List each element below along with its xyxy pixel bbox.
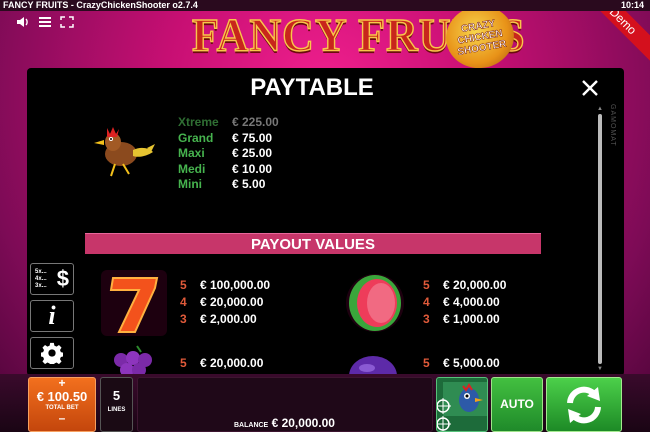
pay-count: 5 — [180, 356, 187, 370]
paytable-counts: 5x... 4x... 3x... — [35, 269, 47, 290]
pay-row: 4 € 20,000.00 — [180, 294, 270, 311]
pay-count: 4 — [180, 295, 187, 309]
pay-row: 4 € 4,000.00 — [423, 294, 506, 311]
jackpot-row: Medi € 10.00 — [178, 162, 279, 178]
pay-amount: € 1,000.00 — [443, 312, 500, 326]
pay-amount: € 5,000.00 — [443, 356, 500, 370]
jackpot-name: Medi — [178, 161, 206, 176]
pay-row: 5 € 20,000.00 — [423, 277, 506, 294]
scroll-down-icon[interactable]: ▼ — [597, 366, 603, 372]
lines-label: LINES — [107, 407, 126, 413]
payout-values-header: PAYOUT VALUES — [85, 233, 541, 254]
pay-row: 3 € 2,000.00 — [180, 311, 270, 328]
count-label: 5x... — [35, 268, 47, 275]
watermelon-symbol-icon — [346, 274, 404, 332]
dollar-icon: $ — [56, 266, 69, 291]
paytable-button[interactable]: 5x... 4x... 3x... $ — [30, 263, 74, 295]
gear-icon — [41, 342, 63, 364]
bet-decrease-button[interactable]: – — [29, 412, 95, 424]
toolbar-icons — [16, 16, 74, 28]
balance-value: € 20,000.00 — [271, 416, 335, 430]
paytable-panel: PAYTABLE GAMOMAT ▲ ▼ Xtreme € 225.00 Gra… — [27, 68, 624, 376]
sound-icon[interactable] — [16, 16, 30, 28]
close-icon[interactable] — [578, 76, 602, 100]
total-bet-button[interactable]: + € 100.50 TOTAL BET – — [28, 377, 96, 432]
jackpot-row: Mini € 5.00 — [178, 177, 279, 193]
info-button[interactable]: i — [30, 300, 74, 332]
payout-values-title: PAYOUT VALUES — [251, 236, 375, 253]
pay-row: 3 € 1,000.00 — [423, 311, 506, 328]
spin-button[interactable] — [546, 377, 622, 432]
count-label: 4x... — [35, 275, 47, 282]
pay-count: 5 — [423, 278, 430, 292]
provider-label: GAMOMAT — [609, 104, 616, 147]
pay-amount: € 20,000.00 — [200, 295, 264, 309]
chicken-icon — [94, 127, 155, 177]
pay-amount: € 100,000.00 — [200, 278, 271, 292]
jackpot-list: Xtreme € 225.00 Grand € 75.00 Maxi € 25.… — [178, 115, 279, 193]
jackpot-value: € 5.00 — [232, 177, 266, 192]
scroll-up-icon[interactable]: ▲ — [597, 106, 603, 112]
jackpot-name: Maxi — [178, 146, 205, 161]
info-icon: i — [48, 301, 56, 330]
grapes-pay-list: 5 € 20,000.00 — [180, 355, 263, 372]
pay-row: 5 € 20,000.00 — [180, 355, 263, 372]
scrollbar-thumb[interactable] — [598, 114, 602, 364]
scrollbar[interactable]: ▲ ▼ — [597, 106, 603, 372]
jackpot-name: Mini — [178, 177, 202, 192]
chicken-shooter-icon — [437, 382, 487, 431]
spin-icon — [567, 386, 601, 423]
title-bar: FANCY FRUITS - CrazyChickenShooter o2.7.… — [0, 0, 650, 11]
jackpot-name: Grand — [178, 130, 214, 145]
pay-amount: € 4,000.00 — [443, 295, 500, 309]
paytable-title: PAYTABLE — [250, 74, 374, 101]
jackpot-value: € 225.00 — [232, 115, 279, 129]
jackpot-row: Grand € 75.00 — [178, 131, 279, 147]
pay-count: 5 — [423, 356, 430, 370]
pay-amount: € 2,000.00 — [200, 312, 257, 326]
pay-count: 3 — [423, 312, 430, 326]
jackpot-row: Xtreme € 225.00 — [178, 115, 279, 131]
pay-row: 5 € 100,000.00 — [180, 277, 270, 294]
total-bet-value: € 100.50 — [36, 389, 88, 404]
chicken-feature-button[interactable] — [436, 377, 488, 432]
pay-count: 5 — [180, 278, 187, 292]
menu-icon[interactable] — [38, 16, 52, 28]
lines-button[interactable]: 5 LINES — [100, 377, 133, 432]
pay-amount: € 20,000.00 — [200, 356, 264, 370]
lines-value: 5 — [112, 388, 121, 403]
jackpot-value: € 10.00 — [232, 161, 273, 176]
jackpot-row: Maxi € 25.00 — [178, 146, 279, 162]
balance-display: BALANCE € 20,000.00 — [137, 377, 433, 432]
settings-button[interactable] — [30, 337, 74, 369]
jackpot-value: € 75.00 — [232, 130, 273, 145]
autoplay-button[interactable]: AUTO — [491, 377, 543, 432]
pay-count: 4 — [423, 295, 430, 309]
pay-count: 3 — [180, 312, 187, 326]
plum-symbol-icon — [349, 356, 397, 376]
window-title: FANCY FRUITS - CrazyChickenShooter o2.7.… — [3, 0, 198, 10]
pay-row: 5 € 5,000.00 — [423, 355, 500, 372]
jackpot-name: Xtreme — [178, 115, 219, 129]
clock: 10:14 — [620, 0, 644, 10]
jackpot-value: € 25.00 — [232, 146, 273, 161]
grapes-symbol-icon — [114, 345, 152, 376]
balance-text: BALANCE € 20,000.00 — [234, 416, 335, 430]
pay-amount: € 20,000.00 — [443, 278, 507, 292]
plum-pay-list: 5 € 5,000.00 — [423, 355, 500, 372]
seven-pay-list: 5 € 100,000.00 4 € 20,000.00 3 € 2,000.00 — [180, 277, 270, 328]
watermelon-pay-list: 5 € 20,000.00 4 € 4,000.00 3 € 1,000.00 — [423, 277, 506, 328]
fullscreen-icon[interactable] — [60, 16, 74, 28]
balance-label: BALANCE — [234, 422, 269, 429]
bet-increase-button[interactable]: + — [29, 377, 95, 389]
seven-symbol-icon — [101, 270, 167, 336]
count-label: 3x... — [35, 282, 47, 289]
